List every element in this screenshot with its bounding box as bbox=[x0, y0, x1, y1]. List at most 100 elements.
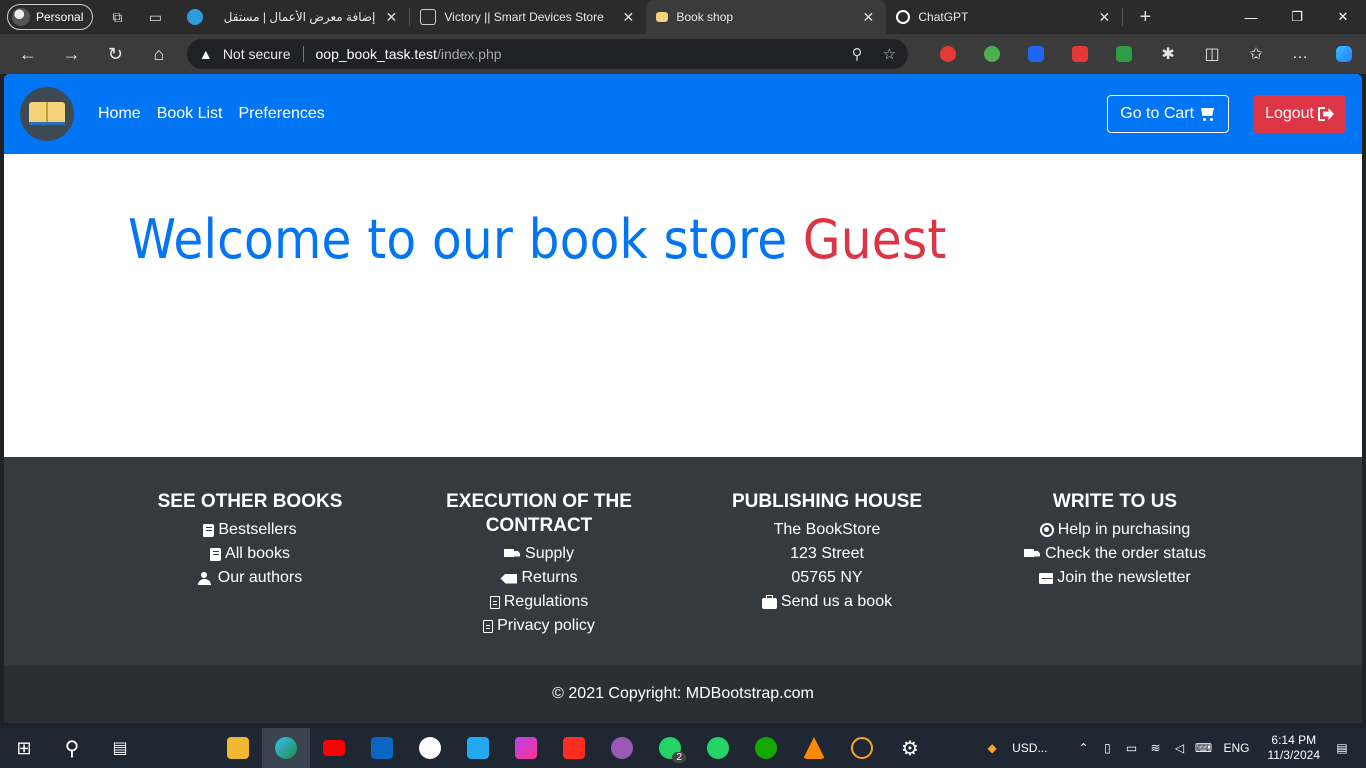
forward-arrow-icon[interactable]: → bbox=[50, 34, 94, 74]
footer-link-help[interactable]: Help in purchasing bbox=[1015, 518, 1215, 542]
chevron-up-icon[interactable]: ⌃ bbox=[1071, 741, 1095, 755]
copilot-icon[interactable] bbox=[1322, 34, 1366, 74]
security-label[interactable]: Not secure bbox=[223, 46, 291, 62]
site-navbar: Home Book List Preferences Go to Cart Lo… bbox=[4, 74, 1362, 154]
read-aloud-icon[interactable]: ⚲ bbox=[852, 45, 863, 63]
split-screen-icon[interactable]: ◫ bbox=[1190, 34, 1234, 74]
footer-link-bestsellers[interactable]: Bestsellers bbox=[150, 518, 350, 542]
address-divider bbox=[302, 46, 304, 62]
footer-link-privacy-policy[interactable]: Privacy policy bbox=[434, 614, 644, 638]
footer-text-store-name: The BookStore bbox=[717, 518, 937, 542]
address-bar[interactable]: ▲ Not secure oop_book_task.test /index.p… bbox=[186, 39, 909, 69]
media-player-icon[interactable] bbox=[838, 728, 886, 768]
book-logo-icon[interactable] bbox=[20, 87, 74, 141]
favorites-icon[interactable]: ✩ bbox=[1234, 34, 1278, 74]
footer-link-returns[interactable]: Returns bbox=[434, 566, 644, 590]
wifi-icon[interactable]: ≋ bbox=[1143, 741, 1167, 755]
edge-browser-icon[interactable] bbox=[262, 728, 310, 768]
github-icon[interactable] bbox=[406, 728, 454, 768]
globe-extension-icon[interactable] bbox=[970, 34, 1014, 74]
whatsapp-web-icon[interactable] bbox=[694, 728, 742, 768]
battery-icon[interactable]: ▭ bbox=[1119, 741, 1143, 755]
footer-text-zip: 05765 NY bbox=[717, 566, 937, 590]
close-icon[interactable]: ✕ bbox=[860, 9, 876, 26]
vlc-icon[interactable] bbox=[790, 728, 838, 768]
footer-link-newsletter[interactable]: Join the newsletter bbox=[1015, 566, 1215, 590]
tab-chatgpt[interactable]: ChatGPT ✕ bbox=[886, 0, 1122, 34]
close-icon[interactable]: ✕ bbox=[383, 9, 399, 26]
new-tab-plus-icon[interactable]: + bbox=[1131, 3, 1159, 31]
adblock-extension-icon[interactable] bbox=[926, 34, 970, 74]
red-extension-icon[interactable] bbox=[1058, 34, 1102, 74]
herd-icon[interactable] bbox=[550, 728, 598, 768]
close-icon[interactable]: ✕ bbox=[1096, 9, 1112, 26]
more-menu-icon[interactable]: … bbox=[1278, 34, 1322, 74]
minimize-icon[interactable]: — bbox=[1228, 0, 1274, 34]
volume-icon[interactable]: ◁ bbox=[1167, 741, 1191, 755]
green-extension-icon[interactable] bbox=[1102, 34, 1146, 74]
linkedin-icon[interactable] bbox=[358, 728, 406, 768]
logout-button[interactable]: Logout bbox=[1253, 95, 1346, 133]
weather-icon[interactable]: ◆ bbox=[980, 741, 1004, 755]
upwork-icon[interactable] bbox=[742, 728, 790, 768]
browser-tab-strip: Personal ⧉ ▭ إضافة معرض الأعمال | مستقل … bbox=[0, 0, 1366, 34]
clock[interactable]: 6:14 PM 11/3/2024 bbox=[1258, 733, 1331, 763]
tab-mostaql[interactable]: إضافة معرض الأعمال | مستقل ✕ bbox=[177, 0, 409, 34]
copyright-text[interactable]: © 2021 Copyright: MDBootstrap.com bbox=[552, 685, 814, 703]
footer-column-books: SEE OTHER BOOKS Bestsellers All books Ou… bbox=[150, 490, 350, 590]
go-to-cart-button[interactable]: Go to Cart bbox=[1107, 95, 1230, 133]
phpstorm-icon[interactable] bbox=[502, 728, 550, 768]
nav-link-home[interactable]: Home bbox=[98, 105, 141, 123]
youtube-icon[interactable] bbox=[310, 728, 358, 768]
footer-link-regulations[interactable]: Regulations bbox=[434, 590, 644, 614]
system-tray: ◆ USD... ⌃ ▯ ▭ ≋ ◁ ⌨ ENG 6:14 PM 11/3/20… bbox=[980, 728, 1366, 768]
footer-link-all-books[interactable]: All books bbox=[150, 542, 350, 566]
workspaces-icon[interactable]: ⧉ bbox=[103, 3, 131, 31]
home-icon[interactable]: ⌂ bbox=[137, 34, 181, 74]
footer-text: The BookStore bbox=[773, 521, 881, 538]
footer-text-street: 123 Street bbox=[717, 542, 937, 566]
task-view-icon[interactable]: ▤ bbox=[96, 728, 144, 768]
logout-label: Logout bbox=[1265, 105, 1314, 122]
footer-link-label: Privacy policy bbox=[497, 617, 595, 634]
user-name: Guest bbox=[802, 208, 947, 271]
nav-link-preferences[interactable]: Preferences bbox=[239, 105, 325, 123]
tab-actions-icon[interactable]: ▭ bbox=[141, 3, 169, 31]
refresh-icon[interactable]: ↻ bbox=[93, 34, 137, 74]
search-icon[interactable]: ⚲ bbox=[48, 728, 96, 768]
extensions-bar: ✱ ◫ ✩ … bbox=[926, 34, 1366, 74]
footer-column-write: WRITE TO US Help in purchasing Check the… bbox=[1015, 490, 1215, 590]
github-desktop-icon[interactable] bbox=[598, 728, 646, 768]
language-indicator[interactable]: ENG bbox=[1215, 741, 1257, 755]
q-extension-icon[interactable] bbox=[1014, 34, 1058, 74]
nav-link-book-list[interactable]: Book List bbox=[157, 105, 223, 123]
file-explorer-icon[interactable] bbox=[214, 728, 262, 768]
profile-button[interactable]: Personal bbox=[7, 4, 94, 30]
start-windows-icon[interactable]: ⊞ bbox=[0, 728, 48, 768]
footer-link-label: Join the newsletter bbox=[1057, 569, 1191, 586]
whatsapp-icon[interactable]: 2 bbox=[646, 728, 694, 768]
at-icon bbox=[1039, 523, 1054, 537]
weather-text[interactable]: USD... bbox=[1004, 741, 1055, 755]
avatar bbox=[12, 8, 30, 26]
restore-icon[interactable]: ❐ bbox=[1274, 0, 1320, 34]
browser-toolbar: ← → ↻ ⌂ ▲ Not secure oop_book_task.test … bbox=[0, 34, 1366, 74]
puzzle-extensions-icon[interactable]: ✱ bbox=[1146, 34, 1190, 74]
vscode-icon[interactable] bbox=[454, 728, 502, 768]
tab-book-shop[interactable]: Book shop ✕ bbox=[646, 0, 887, 34]
keyboard-icon[interactable]: ⌨ bbox=[1191, 741, 1215, 755]
tab-victory-store[interactable]: Victory || Smart Devices Store ✕ bbox=[410, 0, 646, 34]
notifications-icon[interactable]: ▤ bbox=[1330, 741, 1354, 755]
footer-link-our-authors[interactable]: Our authors bbox=[150, 566, 350, 590]
settings-gear-icon[interactable]: ⚙ bbox=[886, 728, 934, 768]
usb-icon[interactable]: ▯ bbox=[1095, 741, 1119, 755]
favorite-star-icon[interactable]: ☆ bbox=[883, 45, 896, 63]
welcome-text: Welcome to our book store bbox=[128, 208, 803, 271]
close-icon[interactable]: ✕ bbox=[620, 9, 636, 26]
footer-link-label: Send us a book bbox=[780, 593, 893, 610]
footer-link-send-book[interactable]: Send us a book bbox=[717, 590, 937, 614]
footer-link-order-status[interactable]: Check the order status bbox=[1015, 542, 1215, 566]
window-close-icon[interactable]: ✕ bbox=[1320, 0, 1366, 34]
footer-link-supply[interactable]: Supply bbox=[434, 542, 644, 566]
back-arrow-icon[interactable]: ← bbox=[6, 34, 50, 74]
